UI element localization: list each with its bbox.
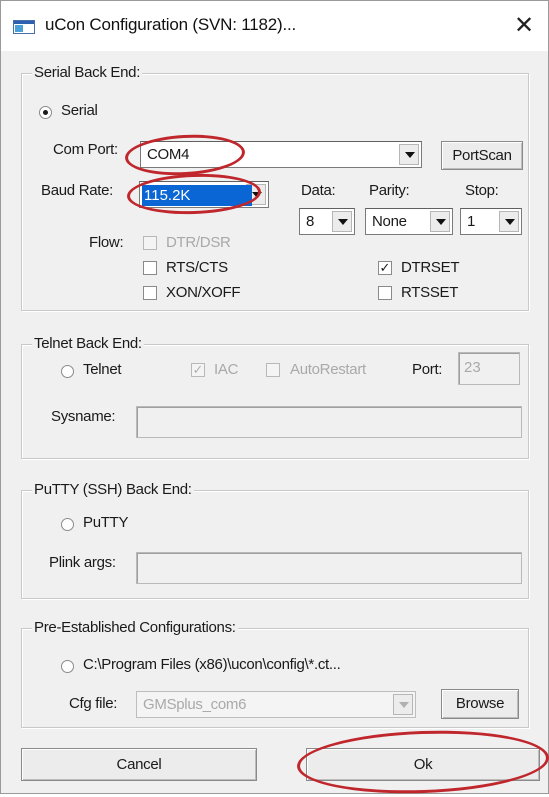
cfg-file-label: Cfg file: bbox=[69, 695, 118, 712]
window-app-icon bbox=[13, 20, 35, 34]
port-label: Port: bbox=[412, 361, 443, 378]
xon-xoff-label: XON/XOFF bbox=[166, 284, 241, 301]
chevron-down-icon[interactable] bbox=[399, 144, 419, 165]
autorestart-checkbox[interactable] bbox=[266, 363, 280, 377]
telnet-radio[interactable] bbox=[61, 365, 74, 378]
dtr-dsr-checkbox[interactable] bbox=[143, 236, 157, 250]
plink-args-input[interactable] bbox=[136, 552, 522, 584]
cfg-file-select[interactable]: GMSplus_com6 bbox=[136, 691, 416, 718]
config-dialog: uCon Configuration (SVN: 1182)... ✕ Seri… bbox=[0, 0, 549, 797]
chevron-down-icon[interactable] bbox=[499, 211, 519, 232]
stop-bits-value: 1 bbox=[467, 213, 476, 230]
annotation-ring-ok bbox=[295, 726, 549, 797]
chevron-down-icon[interactable] bbox=[393, 694, 413, 715]
portscan-button[interactable]: PortScan bbox=[441, 141, 523, 170]
close-icon[interactable]: ✕ bbox=[509, 9, 539, 43]
dtr-dsr-label: DTR/DSR bbox=[166, 234, 231, 251]
plink-args-label: Plink args: bbox=[49, 554, 116, 571]
data-bits-select[interactable]: 8 bbox=[299, 208, 355, 235]
dtrset-checkbox[interactable]: ✓ bbox=[378, 261, 392, 275]
putty-radio-label: PuTTY bbox=[83, 514, 129, 531]
rtsset-checkbox[interactable] bbox=[378, 286, 392, 300]
rts-cts-checkbox[interactable] bbox=[143, 261, 157, 275]
preconfig-group-title: Pre-Established Configurations: bbox=[32, 619, 238, 636]
putty-radio[interactable] bbox=[61, 518, 74, 531]
dtrset-label: DTRSET bbox=[401, 259, 460, 276]
sysname-label: Sysname: bbox=[51, 408, 116, 425]
parity-select[interactable]: None bbox=[365, 208, 453, 235]
data-bits-value: 8 bbox=[306, 213, 315, 230]
port-input[interactable]: 23 bbox=[458, 352, 520, 385]
com-port-label: Com Port: bbox=[53, 141, 118, 158]
rtsset-label: RTSSET bbox=[401, 284, 459, 301]
data-label: Data: bbox=[301, 182, 336, 199]
cfg-file-value: GMSplus_com6 bbox=[143, 696, 247, 713]
parity-label: Parity: bbox=[369, 182, 410, 199]
config-path-label: C:\Program Files (x86)\ucon\config\*.ct.… bbox=[83, 656, 341, 673]
iac-checkbox[interactable]: ✓ bbox=[191, 363, 205, 377]
serial-group-title: Serial Back End: bbox=[32, 64, 143, 81]
putty-group-title: PuTTY (SSH) Back End: bbox=[32, 481, 194, 498]
window-title: uCon Configuration (SVN: 1182)... bbox=[45, 15, 297, 34]
preconfig-radio[interactable] bbox=[61, 660, 74, 673]
parity-value: None bbox=[372, 213, 407, 230]
port-value: 23 bbox=[464, 359, 481, 376]
flow-label: Flow: bbox=[89, 234, 124, 251]
autorestart-label: AutoRestart bbox=[290, 361, 366, 378]
stop-bits-select[interactable]: 1 bbox=[460, 208, 522, 235]
telnet-group-title: Telnet Back End: bbox=[32, 335, 144, 352]
iac-label: IAC bbox=[214, 361, 239, 378]
telnet-radio-label: Telnet bbox=[83, 361, 122, 378]
chevron-down-icon[interactable] bbox=[430, 211, 450, 232]
stop-label: Stop: bbox=[465, 182, 499, 199]
serial-radio-label: Serial bbox=[61, 102, 98, 119]
browse-button[interactable]: Browse bbox=[441, 689, 519, 719]
title-bar: uCon Configuration (SVN: 1182)... ✕ bbox=[1, 1, 548, 51]
chevron-down-icon[interactable] bbox=[332, 211, 352, 232]
sysname-input[interactable] bbox=[136, 406, 522, 438]
baud-rate-label: Baud Rate: bbox=[41, 182, 114, 199]
rts-cts-label: RTS/CTS bbox=[166, 259, 228, 276]
xon-xoff-checkbox[interactable] bbox=[143, 286, 157, 300]
serial-radio[interactable] bbox=[39, 106, 52, 119]
cancel-button[interactable]: Cancel bbox=[21, 748, 257, 781]
